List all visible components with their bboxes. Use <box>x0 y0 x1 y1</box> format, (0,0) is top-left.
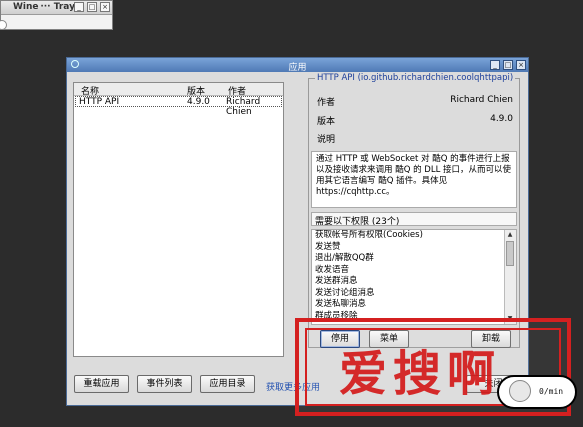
permission-item: 发送讨论组消息 <box>315 287 375 298</box>
maximize-icon[interactable]: □ <box>503 60 513 70</box>
watermark-text: 爱搜啊 <box>339 346 502 402</box>
permission-item: 收发语音 <box>315 264 350 275</box>
tray-titlebar[interactable]: Wine ··· Tray _ □ × <box>1 1 112 15</box>
permissions-scrollbar[interactable]: ▲ ▼ <box>504 230 516 324</box>
permission-item: 获取帐号所有权限(Cookies) <box>315 230 423 240</box>
permission-item: 退出/解散QQ群 <box>315 253 374 263</box>
gauge-icon <box>509 380 531 402</box>
app-version: 4.9.0 <box>187 97 210 107</box>
scrollbar-thumb[interactable] <box>506 241 514 266</box>
version-value: 4.9.0 <box>490 114 513 124</box>
permissions-list[interactable]: 获取帐号所有权限(Cookies) 发送赞 退出/解散QQ群 收发语音 发送群消… <box>311 229 517 325</box>
version-label: 版本 <box>317 117 336 127</box>
speed-widget: 0/min <box>497 375 577 409</box>
close-icon[interactable]: × <box>100 2 110 12</box>
author-label: 作者 <box>317 98 336 108</box>
dialog-title: 应用 <box>288 63 307 73</box>
app-directory-button[interactable]: 应用目录 <box>200 375 255 393</box>
minimize-icon[interactable]: _ <box>490 60 500 70</box>
tray-app-icon[interactable] <box>0 20 7 30</box>
description-text: 通过 HTTP 或 WebSocket 对 酷Q 的事件进行上报以及接收请求来调… <box>311 151 517 208</box>
app-list[interactable]: 名称 版本 作者 HTTP API 4.9.0 Richard Chien <box>73 82 284 357</box>
wine-tray-window: Wine ··· Tray _ □ × <box>0 0 113 30</box>
close-icon[interactable]: × <box>516 60 526 70</box>
list-item[interactable]: HTTP API 4.9.0 Richard Chien <box>75 96 282 117</box>
speed-label: 0/min <box>539 387 564 396</box>
app-list-header: 名称 版本 作者 <box>74 83 283 97</box>
permission-item: 发送赞 <box>315 241 341 252</box>
permission-item: 发送群消息 <box>315 276 358 286</box>
dialog-titlebar[interactable]: 应用 _ □ × <box>67 58 528 73</box>
description-label: 说明 <box>317 135 336 145</box>
app-info-panel: HTTP API (io.github.richardchien.coolqht… <box>308 73 520 348</box>
permissions-header: 需要以下权限 (23个) <box>311 212 517 227</box>
maximize-icon[interactable]: □ <box>87 2 97 12</box>
reload-apps-button[interactable]: 重载应用 <box>74 375 129 393</box>
app-name: HTTP API <box>79 97 120 107</box>
minimize-icon[interactable]: _ <box>74 2 84 12</box>
scroll-up-icon[interactable]: ▲ <box>506 231 514 239</box>
author-value: Richard Chien <box>450 95 513 105</box>
permission-item: 发送私聊消息 <box>315 299 367 309</box>
tray-title: Wine ··· Tray <box>13 2 75 12</box>
app-info-legend: HTTP API (io.github.richardchien.coolqht… <box>315 73 516 83</box>
event-list-button[interactable]: 事件列表 <box>137 375 192 393</box>
app-author: Richard Chien <box>226 97 261 117</box>
